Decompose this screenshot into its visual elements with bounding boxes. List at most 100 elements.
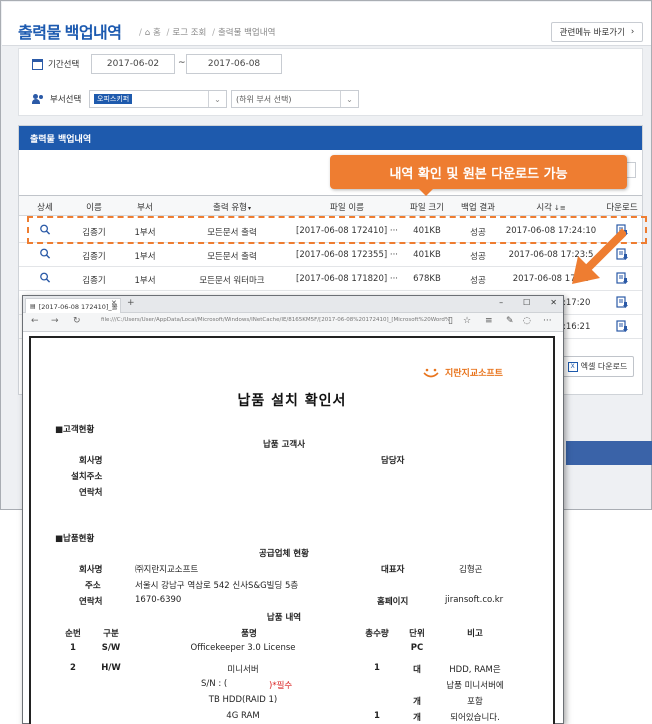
cell-file: [2017-06-08 172355] ··· bbox=[296, 250, 398, 260]
cell-type: 모든문서 출력 bbox=[207, 252, 257, 262]
maximize-icon[interactable]: ☐ bbox=[523, 298, 530, 307]
cell-type: 모든문서 워터마크 bbox=[199, 276, 265, 286]
cell-dept: 1부서 bbox=[134, 252, 156, 262]
hdd: TB HDD(RAID 1) bbox=[208, 695, 278, 705]
date-from-input[interactable]: 2017-06-02 bbox=[91, 54, 175, 74]
sec-delivery: ■납품현황 bbox=[55, 534, 95, 544]
download-icon[interactable] bbox=[616, 320, 628, 332]
chevron-down-icon: ⌄ bbox=[208, 91, 226, 107]
filter-panel: 기간선택 2017-06-02 ~ 2017-06-08 부서선택 오피스키퍼 … bbox=[18, 48, 643, 116]
label-sup-company: 회사명 bbox=[79, 565, 103, 575]
col-time[interactable]: 시각 ↓≡ bbox=[536, 201, 565, 213]
sn-label: S/N : ( bbox=[201, 679, 228, 689]
cell-file: [2017-06-08 171820] ··· bbox=[296, 274, 398, 284]
close-tab-icon[interactable]: ✕ bbox=[111, 299, 117, 307]
item1-unit: PC bbox=[410, 643, 424, 653]
page-title: 출력물 백업내역 bbox=[18, 25, 122, 42]
period-row: 기간선택 bbox=[32, 58, 79, 70]
cell-name: 김종기 bbox=[82, 252, 106, 262]
back-icon[interactable]: ← bbox=[31, 316, 39, 326]
item2-note2: 납품 미니서버에 bbox=[446, 681, 504, 691]
item1-cat: S/W bbox=[101, 643, 121, 653]
table-row[interactable]: 김종기 1부서 모든문서 워터마크 [2017-06-08 171820] ··… bbox=[19, 267, 642, 291]
sec-customer: ■고객현황 bbox=[55, 425, 95, 435]
chevron-right-icon: › bbox=[630, 27, 635, 37]
favorite-star-icon[interactable]: ☆ bbox=[463, 316, 471, 326]
dept-select[interactable]: 오피스키퍼 ⌄ bbox=[89, 90, 227, 108]
new-tab-icon[interactable]: + bbox=[127, 298, 135, 308]
col-dept: 부서 bbox=[137, 203, 153, 213]
chevron-down-icon: ⌄ bbox=[340, 91, 358, 107]
document-icon: ▤ bbox=[30, 302, 36, 310]
item2-note1: HDD, RAM은 bbox=[449, 665, 501, 675]
smile-logo-icon bbox=[423, 368, 439, 377]
cell-size: 401KB bbox=[413, 250, 441, 260]
browser-tab[interactable]: ▤ [2017-06-08 172410]_볼 bbox=[25, 298, 121, 313]
tab-bar: ▤ [2017-06-08 172410]_볼 ✕ + – ☐ ✕ bbox=[23, 296, 563, 313]
more-icon[interactable]: ··· bbox=[543, 316, 552, 326]
window-controls: – ☐ ✕ bbox=[499, 298, 557, 307]
label-address: 설치주소 bbox=[71, 472, 103, 482]
share-icon[interactable]: ◌ bbox=[523, 316, 531, 326]
col-backup-result: 백업 결과 bbox=[461, 203, 495, 213]
home-icon[interactable]: ⌂ bbox=[145, 28, 150, 38]
sort-down-icon: ▾ bbox=[247, 205, 251, 212]
search-icon[interactable] bbox=[40, 272, 51, 283]
cell-name: 김종기 bbox=[82, 276, 106, 286]
search-icon[interactable] bbox=[40, 248, 51, 259]
background-strip bbox=[566, 441, 652, 465]
item2-note4: 되어있습니다. bbox=[450, 713, 500, 723]
excel-icon: X bbox=[567, 361, 578, 372]
download-icon[interactable] bbox=[616, 296, 628, 308]
items-col-cat: 구분 bbox=[103, 629, 119, 639]
web-note-icon[interactable]: ✎ bbox=[506, 316, 514, 326]
cell-result: 성공 bbox=[470, 276, 486, 286]
date-separator: ~ bbox=[178, 58, 186, 68]
item2-name: 미니서버 bbox=[227, 665, 259, 675]
callout-label: 내역 확인 및 원본 다운로드 가능 bbox=[330, 155, 627, 189]
breadcrumb-home[interactable]: 홈 bbox=[153, 28, 161, 38]
excel-download-button[interactable]: X 엑셀 다운로드 bbox=[561, 356, 634, 377]
close-icon[interactable]: ✕ bbox=[550, 298, 557, 307]
minimize-icon[interactable]: – bbox=[499, 298, 503, 307]
doc-title: 납품 설치 확인서 bbox=[237, 393, 347, 409]
address-bar: ← → ↻ file:///C:/Users/User/AppData/Loca… bbox=[23, 313, 563, 332]
items-col-qty: 총수량 bbox=[365, 629, 389, 639]
arrow-down-left-icon bbox=[572, 228, 626, 284]
hdd-unit: 개 bbox=[413, 697, 421, 707]
company-logo: 지란지교소프트 bbox=[423, 366, 503, 379]
breadcrumb-log[interactable]: 로그 조회 bbox=[172, 28, 206, 38]
col-name: 이름 bbox=[86, 203, 102, 213]
ram-unit: 개 bbox=[413, 713, 421, 723]
label-contact: 연락처 bbox=[79, 488, 103, 498]
items-subtitle: 납품 내역 bbox=[266, 613, 302, 623]
table-row[interactable]: 김종기 1부서 모든문서 출력 [2017-06-08 172355] ··· … bbox=[19, 243, 642, 267]
label-manager: 담당자 bbox=[381, 456, 405, 466]
label-sup-addr: 주소 bbox=[85, 581, 101, 591]
item2-unit: 대 bbox=[413, 665, 421, 675]
url-field[interactable]: file:///C:/Users/User/AppData/Local/Micr… bbox=[101, 317, 449, 323]
subdept-select[interactable]: (하위 부서 선택) ⌄ bbox=[231, 90, 359, 108]
refresh-icon[interactable]: ↻ bbox=[73, 316, 81, 326]
label-sup-tel: 연락처 bbox=[79, 597, 103, 607]
homepage: jiransoft.co.kr bbox=[445, 595, 504, 605]
subdept-placeholder: (하위 부서 선택) bbox=[236, 94, 292, 104]
reading-view-icon[interactable]: ▯ bbox=[448, 316, 453, 326]
hub-icon[interactable]: ≡ bbox=[485, 316, 493, 326]
col-print-type[interactable]: 출력 유형▾ bbox=[213, 201, 251, 213]
browser-window: ▤ [2017-06-08 172410]_볼 ✕ + – ☐ ✕ ← → ↻ … bbox=[22, 295, 564, 724]
date-to-input[interactable]: 2017-06-08 bbox=[186, 54, 282, 74]
breadcrumb-current: 출력물 백업내역 bbox=[217, 28, 276, 38]
breadcrumb: / ⌂ 홈 / 로그 조회 / 출력물 백업내역 bbox=[139, 28, 276, 38]
forward-icon[interactable]: → bbox=[51, 316, 59, 326]
items-col-no: 순번 bbox=[65, 629, 81, 639]
dept-label: 부서선택 bbox=[50, 95, 82, 105]
col-download: 다운로드 bbox=[606, 203, 638, 213]
item2-cat: H/W bbox=[101, 663, 121, 673]
calendar-icon bbox=[32, 58, 43, 70]
items-col-unit: 단위 bbox=[409, 629, 425, 639]
ram: 4G RAM bbox=[226, 711, 260, 721]
document-viewer: 지란지교소프트 납품 설치 확인서 ■고객현황 납품 고객사 회사명 담당자 설… bbox=[29, 336, 555, 724]
related-menu-button[interactable]: 관련메뉴 바로가기 › bbox=[551, 22, 643, 42]
item1-no: 1 bbox=[70, 643, 76, 653]
